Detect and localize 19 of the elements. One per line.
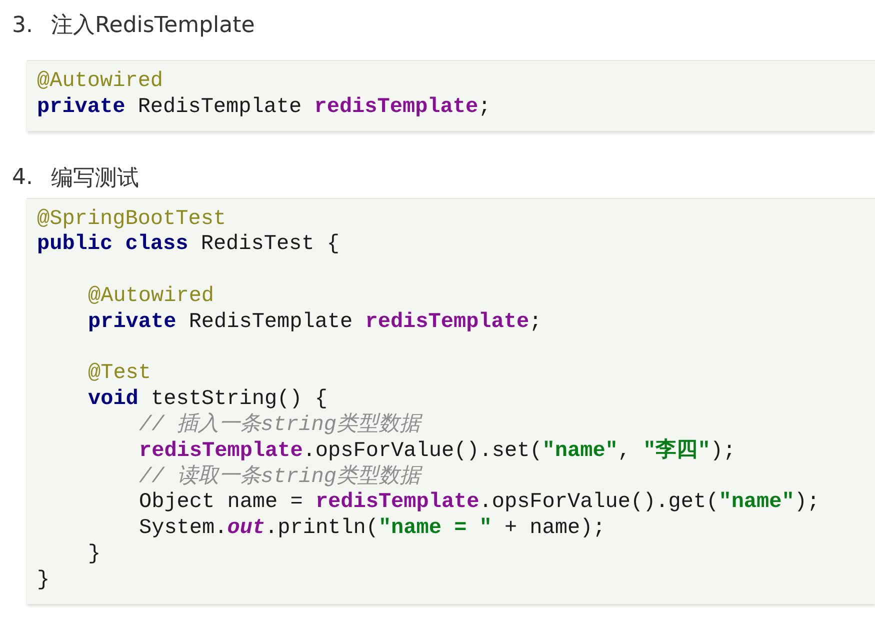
section-title: 注入RedisTemplate (51, 12, 255, 40)
code-line: @SpringBootTest (37, 206, 228, 232)
code-line: private RedisTemplate redisTemplate; (37, 94, 492, 121)
code-line: Object name = redisTemplate.opsForValue().get("name"); (139, 490, 821, 516)
code-line: @Autowired (37, 69, 164, 95)
code-line: // 读取一条string类型数据 (139, 464, 424, 490)
code-line: } (88, 542, 102, 568)
code-line: @Test (88, 361, 152, 388)
code-line: System.out.println("name = " + name); (139, 516, 606, 542)
code-line: } (37, 568, 51, 594)
code-line: public class RedisTest { (37, 232, 340, 258)
code-line: private RedisTemplate redisTemplate; (88, 310, 543, 336)
section-number: 3. (12, 12, 33, 38)
section-number: 4. (12, 165, 33, 190)
code-line: @Autowired (88, 284, 216, 310)
code-line: void testString() { (88, 387, 328, 412)
code-line: // 插入一条string类型数据 (139, 412, 424, 439)
section-title: 编写测试 (51, 164, 139, 193)
code-line: redisTemplate.opsForValue().set("name", "李四"); (139, 438, 737, 464)
